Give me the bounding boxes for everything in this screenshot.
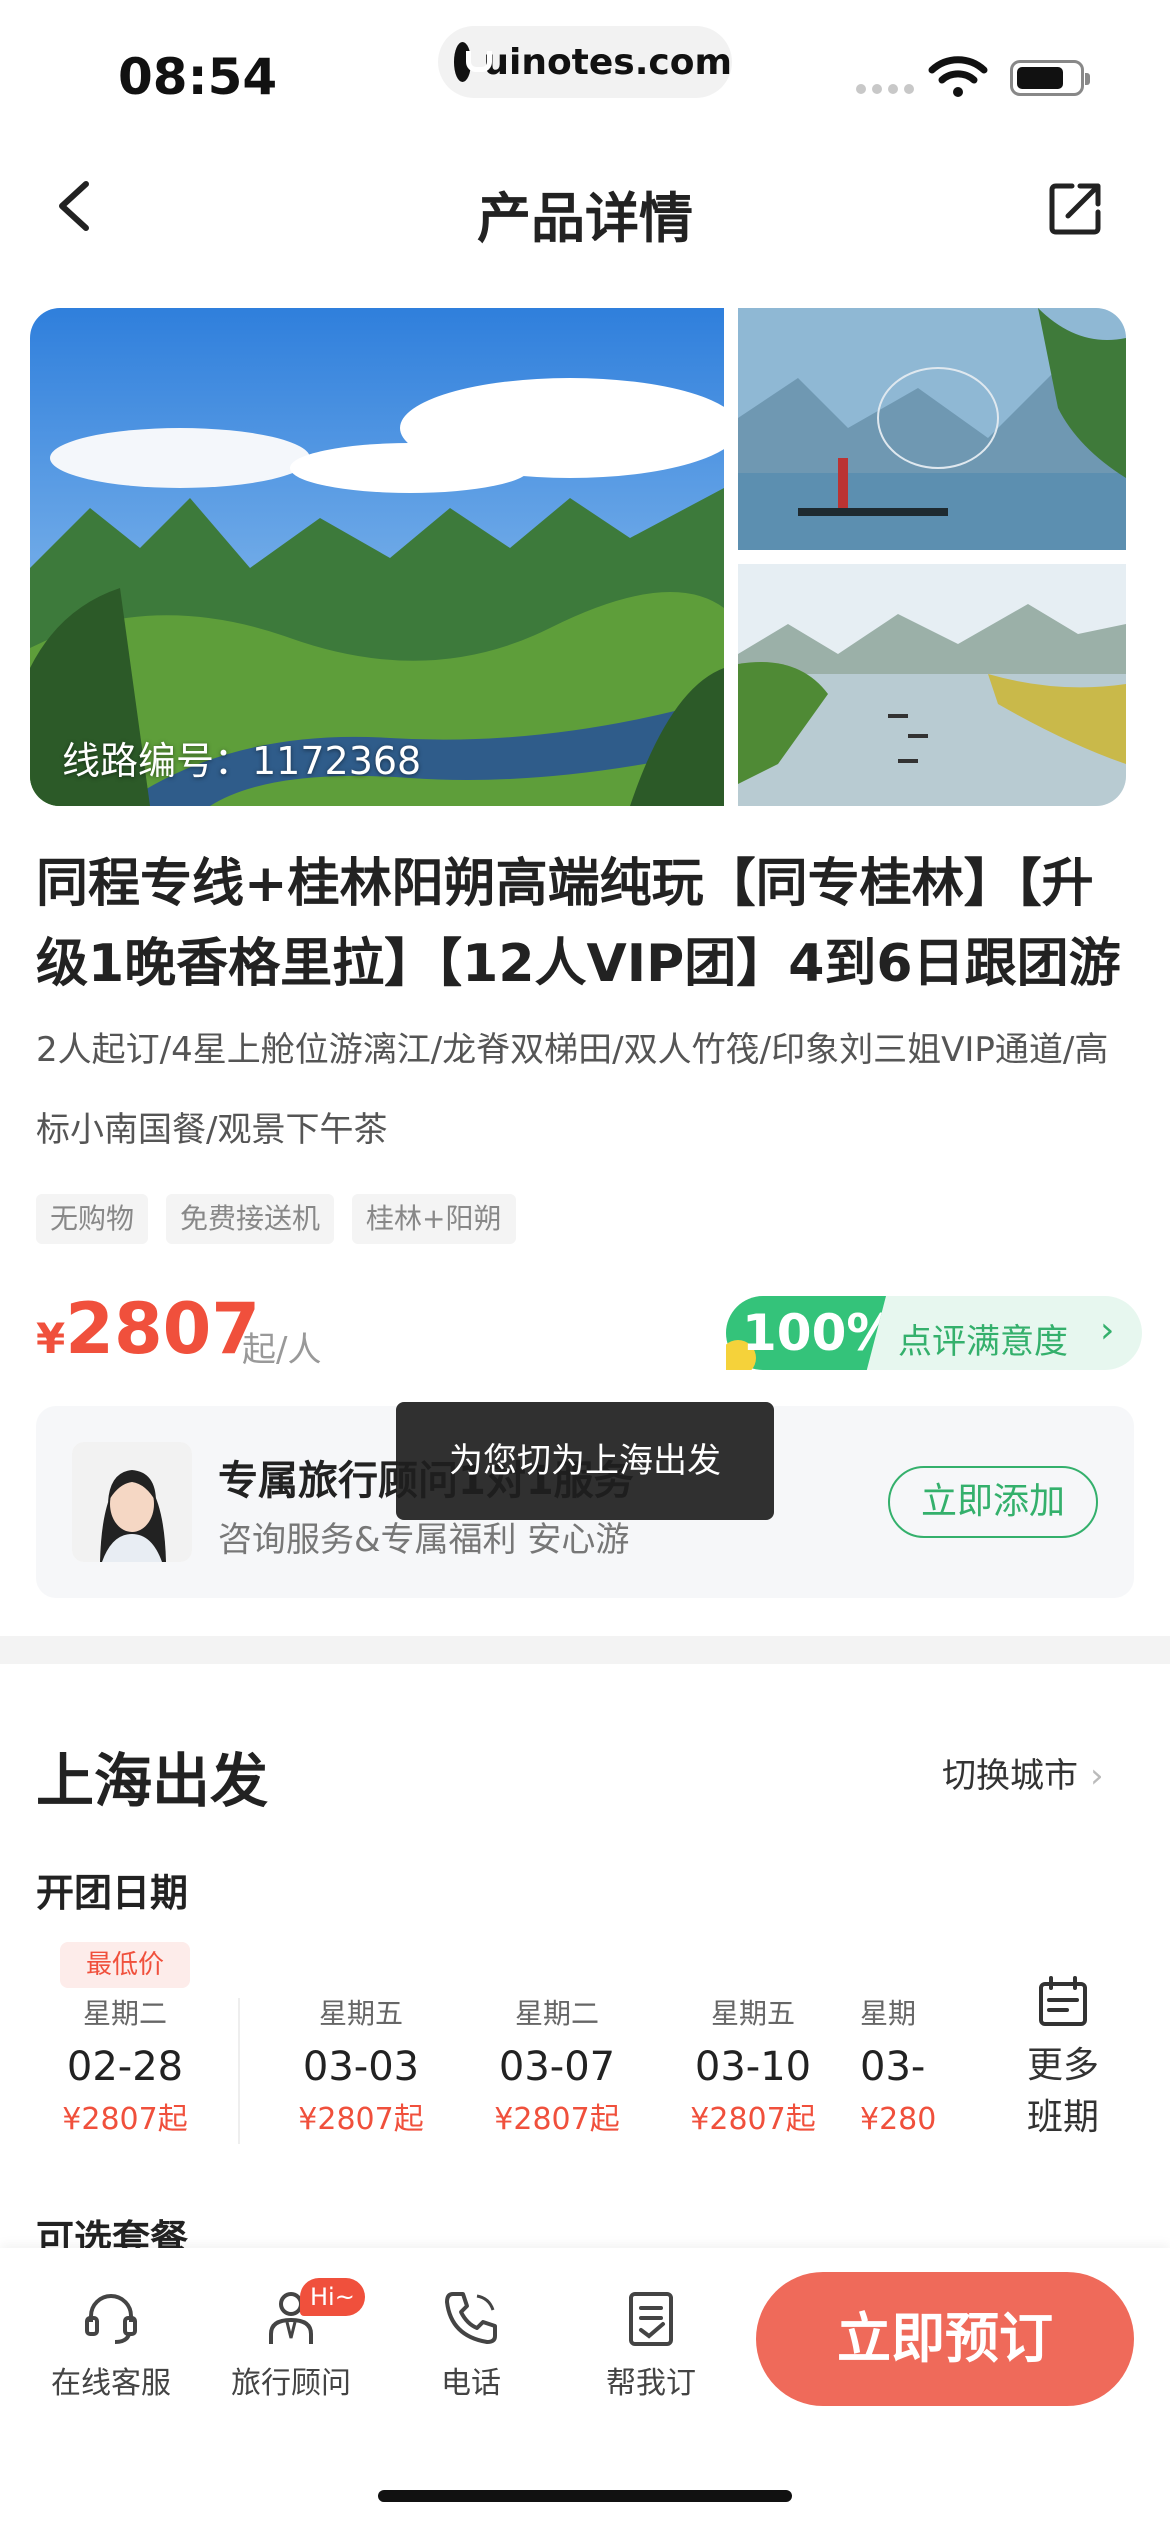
section-divider — [0, 1636, 1170, 1664]
date-option[interactable]: 星期五 03-10 ¥2807起 — [668, 1992, 838, 2142]
date-day: 03-03 — [302, 2044, 420, 2090]
site-logo-icon — [454, 42, 493, 82]
product-title: 同程专线+桂林阳朔高端纯玩【同专桂林】【升级1晚香格里拉】【12人VIP团】4到… — [36, 844, 1136, 1164]
battery-icon — [1010, 60, 1090, 96]
date-week: 星期 — [860, 1997, 917, 2030]
date-strip[interactable]: 最低价 星期二 02-28 ¥2807起 星期五 03-03 ¥2807起 星期… — [0, 1940, 1170, 2150]
price-value: 2807 — [65, 1288, 261, 1370]
date-option[interactable]: 星期 03- ¥280 — [860, 1992, 956, 2142]
date-price: ¥2807起 — [62, 2102, 188, 2137]
date-price: ¥2807起 — [690, 2102, 816, 2137]
travel-advisor-button[interactable]: Hi~ 旅行顾问 — [206, 2278, 376, 2402]
price-currency: ¥ — [36, 1314, 66, 1363]
date-price: ¥2807起 — [298, 2102, 424, 2137]
chevron-right-icon: › — [1090, 1756, 1104, 1796]
travel-advisor-label: 旅行顾问 — [231, 2366, 351, 2401]
tag-no-shopping: 无购物 — [36, 1194, 149, 1244]
date-week: 星期二 — [514, 1997, 599, 2030]
product-title-text: 同程专线+桂林阳朔高端纯玩【同专桂林】【升级1晚香格里拉】【12人VIP团】4到… — [36, 854, 1121, 994]
route-number: 线路编号：1172368 — [62, 739, 422, 783]
online-service-label: 在线客服 — [51, 2366, 171, 2401]
date-day: 02-28 — [66, 2044, 184, 2090]
wifi-icon — [928, 56, 988, 97]
more-dates-button[interactable]: 更多班期 — [1010, 1974, 1116, 2144]
date-week: 星期五 — [318, 1997, 403, 2030]
book-for-me-button[interactable]: 帮我订 — [566, 2286, 736, 2402]
dates-title: 开团日期 — [36, 1871, 189, 1915]
nav-bar: 产品详情 — [0, 150, 1170, 262]
date-week: 星期五 — [710, 1997, 795, 2030]
date-price: ¥280 — [860, 2102, 937, 2137]
switch-city-button[interactable]: 切换城市 › — [942, 1748, 1104, 1797]
online-service-button[interactable]: 在线客服 — [26, 2286, 196, 2402]
price-unit: 起/人 — [242, 1330, 322, 1370]
page-title: 产品详情 — [477, 187, 693, 250]
date-option[interactable]: 星期二 03-07 ¥2807起 — [472, 1992, 642, 2142]
tag-airport-transfer: 免费接送机 — [166, 1194, 335, 1244]
headset-icon — [85, 2294, 137, 2344]
clipboard-icon — [629, 2292, 673, 2346]
departure-city: 上海出发 — [36, 1747, 269, 1815]
signal-icon — [856, 84, 914, 94]
fisherman-photo[interactable] — [738, 308, 1126, 550]
book-now-button[interactable]: 立即预订 — [756, 2272, 1134, 2406]
date-day: 03- — [860, 2044, 926, 2090]
url-text: uinotes.com — [483, 41, 732, 83]
price: ¥2807 — [36, 1288, 260, 1370]
date-day: 03-10 — [694, 2044, 812, 2090]
rating-value: 100% — [726, 1296, 886, 1370]
status-bar: 08:54 uinotes.com — [0, 0, 1170, 130]
more-dates-label: 更多班期 — [1026, 2045, 1099, 2138]
date-option[interactable]: 星期二 02-28 ¥2807起 — [40, 1992, 210, 2142]
url-pill[interactable]: uinotes.com — [438, 26, 732, 98]
add-advisor-button[interactable]: 立即添加 — [888, 1466, 1098, 1538]
switch-city-label: 切换城市 — [942, 1756, 1078, 1796]
phone-icon — [445, 2292, 497, 2344]
phone-button[interactable]: 电话 — [386, 2286, 556, 2402]
product-subtitle: 2人起订/4星上舱位游漓江/龙脊双梯田/双人竹筏/印象刘三姐VIP通道/高标小南… — [36, 1030, 1109, 1150]
hi-badge: Hi~ — [300, 2278, 365, 2316]
status-time: 08:54 — [118, 48, 278, 106]
book-for-me-label: 帮我订 — [606, 2366, 696, 2401]
rating-label: 点评满意度 — [898, 1322, 1068, 1362]
date-day: 03-07 — [498, 2044, 616, 2090]
chevron-right-icon: › — [1100, 1310, 1115, 1351]
date-option[interactable]: 星期五 03-03 ¥2807起 — [276, 1992, 446, 2142]
date-price: ¥2807起 — [494, 2102, 620, 2137]
avatar — [72, 1442, 192, 1562]
date-separator — [238, 1998, 240, 2144]
phone-label: 电话 — [441, 2366, 501, 2401]
date-week: 星期二 — [82, 1997, 167, 2030]
lowest-price-badge: 最低价 — [60, 1942, 190, 1988]
tag-destination: 桂林+阳朔 — [352, 1194, 516, 1244]
toast-message: 为您切为上海出发 — [396, 1402, 774, 1520]
calendar-icon — [1039, 1976, 1087, 2026]
home-indicator[interactable] — [378, 2490, 792, 2502]
river-photo[interactable] — [738, 564, 1126, 806]
share-icon[interactable] — [1046, 178, 1106, 238]
rating-pill[interactable]: 100% 点评满意度 › — [726, 1296, 1142, 1370]
product-tags: 无购物 免费接送机 桂林+阳朔 — [36, 1194, 516, 1244]
photo-gallery[interactable]: 线路编号：1172368 — [30, 308, 1126, 806]
